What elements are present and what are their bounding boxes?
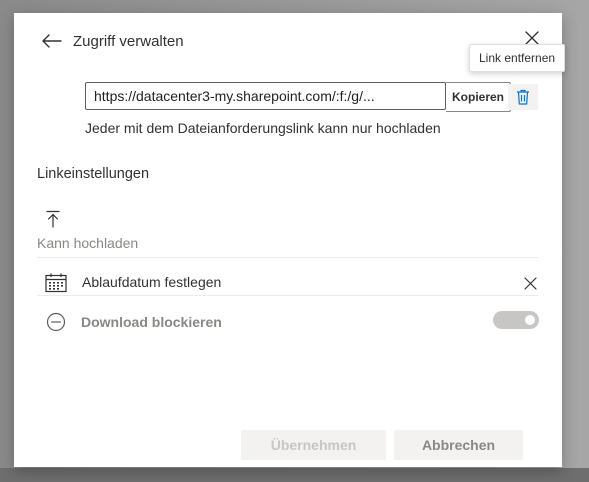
block-download-label: Download blockieren — [81, 314, 222, 330]
calendar-icon — [45, 272, 67, 294]
close-icon — [525, 31, 539, 45]
permission-label: Kann hochladen — [37, 235, 139, 251]
link-description: Jeder mit dem Dateianforderungslink kann… — [85, 120, 441, 136]
cancel-button[interactable]: Abbrechen — [394, 430, 523, 460]
dialog-title: Zugriff verwalten — [73, 33, 184, 50]
arrow-left-icon — [42, 34, 62, 48]
link-url-field[interactable] — [85, 82, 446, 110]
upload-icon — [46, 210, 60, 228]
block-icon — [45, 311, 67, 333]
backdrop-bottom-bar — [0, 468, 589, 482]
copy-button[interactable]: Kopieren — [446, 82, 512, 112]
link-settings-heading: Linkeinstellungen — [37, 166, 150, 182]
divider — [37, 257, 538, 258]
remove-link-button[interactable] — [508, 84, 538, 110]
expiry-date-button[interactable]: Ablaufdatum festlegen — [82, 274, 221, 290]
toggle-knob — [525, 315, 535, 325]
link-row: Kopieren — [85, 82, 512, 112]
apply-button[interactable]: Übernehmen — [241, 430, 386, 460]
manage-access-dialog: Zugriff verwalten Link entfernen Kopiere… — [14, 13, 566, 467]
trash-icon — [517, 89, 529, 105]
back-button[interactable] — [40, 29, 64, 53]
clear-expiry-button[interactable] — [519, 272, 541, 294]
remove-link-tooltip: Link entfernen — [469, 44, 566, 72]
close-icon — [523, 276, 537, 290]
divider — [37, 295, 538, 296]
block-download-toggle[interactable] — [493, 311, 539, 329]
